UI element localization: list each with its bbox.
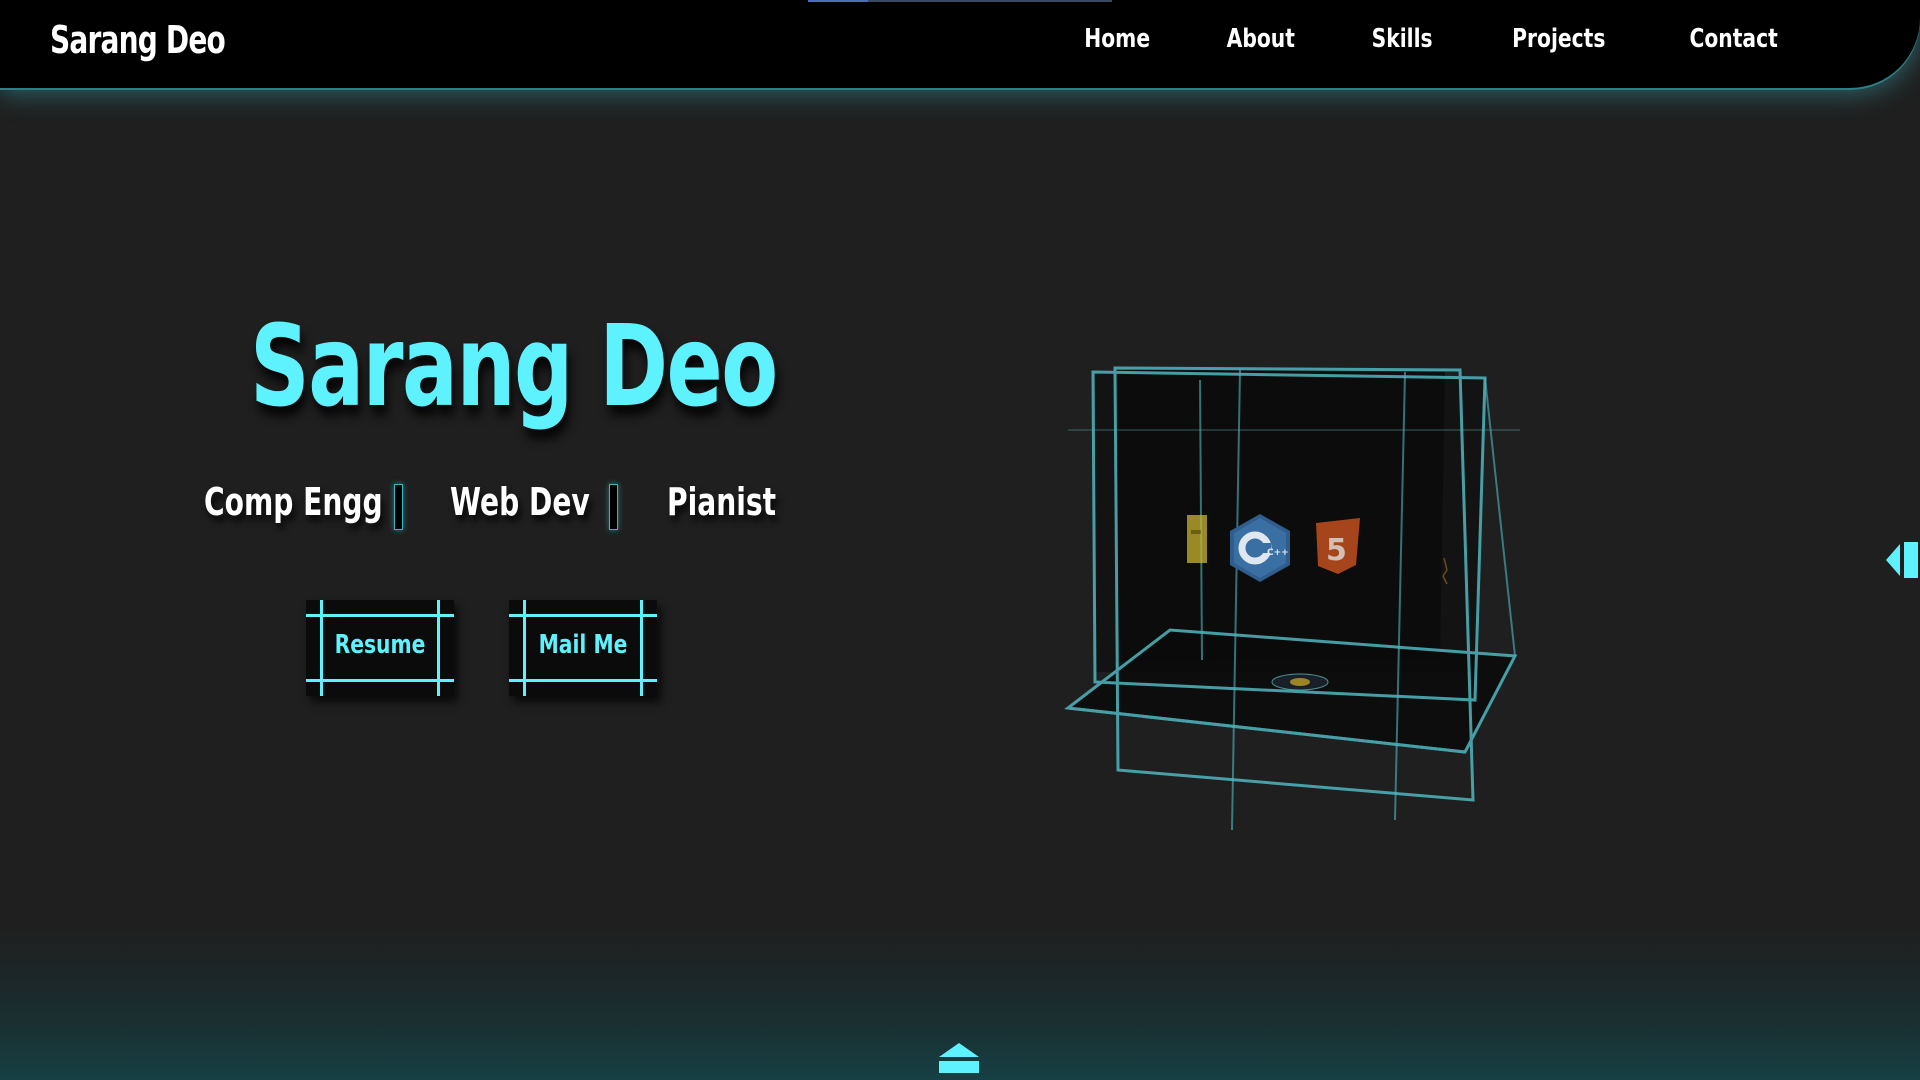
skills-cube[interactable]: C++ 5 bbox=[1060, 360, 1530, 830]
resume-button-label: Resume bbox=[334, 630, 426, 660]
resume-button[interactable]: Resume bbox=[306, 600, 454, 696]
mail-me-button[interactable]: Mail Me bbox=[509, 600, 657, 696]
python-icon bbox=[1271, 673, 1329, 691]
button-frame-line bbox=[509, 614, 657, 617]
eject-up-icon[interactable] bbox=[937, 1040, 981, 1076]
hero-title: Sarang Deo bbox=[250, 302, 778, 432]
nav-link-home[interactable]: Home bbox=[1084, 24, 1150, 54]
cpp-icon-label: C++ bbox=[1267, 548, 1289, 558]
nav-link-skills[interactable]: Skills bbox=[1371, 24, 1432, 54]
brand-logo[interactable]: Sarang Deo bbox=[50, 18, 226, 62]
nav-link-contact[interactable]: Contact bbox=[1689, 24, 1777, 54]
role-divider bbox=[394, 484, 403, 530]
page: Sarang Deo Home About Skills Projects Co… bbox=[0, 0, 1920, 1080]
role-pianist: Pianist bbox=[667, 480, 777, 524]
scroll-top-svg bbox=[939, 1043, 979, 1073]
html5-icon: 5 bbox=[1316, 518, 1360, 574]
role-web-dev: Web Dev bbox=[450, 480, 590, 524]
roles-row: Comp Engg Web Dev Pianist bbox=[204, 480, 804, 530]
sidebar-toggle-icon[interactable] bbox=[1884, 540, 1920, 580]
nav-links: Home About Skills Projects Contact bbox=[1017, 24, 1790, 54]
button-frame-line bbox=[509, 679, 657, 682]
nav-top-accent bbox=[808, 0, 1112, 2]
skills-cube-svg: C++ 5 bbox=[1064, 366, 1520, 830]
nav-link-about[interactable]: About bbox=[1227, 24, 1295, 54]
mail-me-button-label: Mail Me bbox=[538, 630, 628, 660]
button-frame-line bbox=[306, 614, 454, 617]
role-divider bbox=[609, 484, 618, 530]
nav-link-projects[interactable]: Projects bbox=[1512, 24, 1605, 54]
role-comp-engg: Comp Engg bbox=[204, 480, 383, 524]
html5-icon-label: 5 bbox=[1326, 533, 1347, 568]
sidebar-toggle-svg bbox=[1886, 542, 1918, 578]
button-frame-line bbox=[306, 679, 454, 682]
navbar: Sarang Deo Home About Skills Projects Co… bbox=[0, 0, 1920, 88]
js-icon bbox=[1187, 515, 1207, 563]
